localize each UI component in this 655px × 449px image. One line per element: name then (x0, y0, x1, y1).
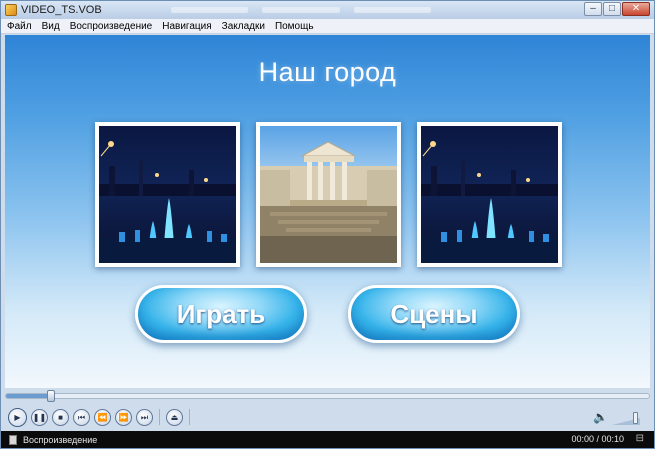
scenes-button[interactable]: Сцены (348, 285, 520, 343)
transport-controls: ▶ ❚❚ ■ ⏮ ⏪ ⏩ ⏭ ⏏ 🔈 (5, 405, 650, 429)
play-icon[interactable]: ▶ (8, 407, 27, 427)
night-fountain-icon (99, 126, 236, 263)
control-separator (159, 409, 160, 425)
time-display: 00:00 / 00:10 (571, 434, 624, 444)
view-mode-icon[interactable]: ⊟ (636, 433, 644, 444)
thumbnail-building[interactable] (256, 122, 401, 267)
thumbnail-night-fountain-left[interactable] (95, 122, 240, 267)
status-text: Воспроизведение (23, 434, 98, 445)
forward-icon[interactable]: ⏩ (115, 408, 132, 426)
menu-file[interactable]: Файл (7, 21, 32, 32)
seek-bar-fill (6, 394, 51, 398)
menu-bookmarks[interactable]: Закладки (222, 21, 265, 32)
menu-view[interactable]: Вид (42, 21, 60, 32)
building-icon (260, 126, 397, 263)
seek-bar[interactable] (5, 390, 650, 402)
rewind-icon[interactable]: ⏪ (94, 408, 111, 426)
title-bar: VIDEO_TS.VOB – □ ✕ (1, 1, 654, 19)
speaker-icon[interactable]: 🔈 (593, 410, 608, 424)
status-bar: Воспроизведение 00:00 / 00:10 ⊟ (1, 431, 654, 448)
window-controls: – □ ✕ (584, 2, 650, 16)
thumbnail-night-fountain-right[interactable] (417, 122, 562, 267)
document-icon (9, 434, 17, 445)
menu-navigation[interactable]: Навигация (162, 21, 211, 32)
volume-thumb[interactable] (633, 412, 638, 424)
dvd-menu-title-reflection: ​ (5, 77, 650, 91)
seek-bar-thumb[interactable] (47, 390, 55, 402)
stop-icon[interactable]: ■ (52, 408, 69, 426)
close-button[interactable]: ✕ (622, 2, 650, 16)
play-button[interactable]: Играть (135, 285, 307, 343)
next-icon[interactable]: ⏭ (136, 408, 153, 426)
media-player-window: VIDEO_TS.VOB – □ ✕ Файл Вид Воспроизведе… (0, 0, 655, 449)
prev-icon[interactable]: ⏮ (73, 408, 90, 426)
app-icon (5, 4, 17, 16)
control-separator (189, 409, 190, 425)
menu-bar: Файл Вид Воспроизведение Навигация Закла… (1, 19, 654, 34)
menu-playback[interactable]: Воспроизведение (70, 21, 153, 32)
maximize-button[interactable]: □ (603, 2, 621, 16)
window-title: VIDEO_TS.VOB (21, 4, 102, 16)
eject-icon[interactable]: ⏏ (166, 408, 183, 426)
faded-title-tabs (171, 5, 431, 15)
pause-icon[interactable]: ❚❚ (31, 408, 48, 426)
video-area: Наш город ​ (5, 35, 650, 388)
minimize-button[interactable]: – (584, 2, 602, 16)
menu-help[interactable]: Помощь (275, 21, 314, 32)
night-fountain-icon (421, 126, 558, 263)
